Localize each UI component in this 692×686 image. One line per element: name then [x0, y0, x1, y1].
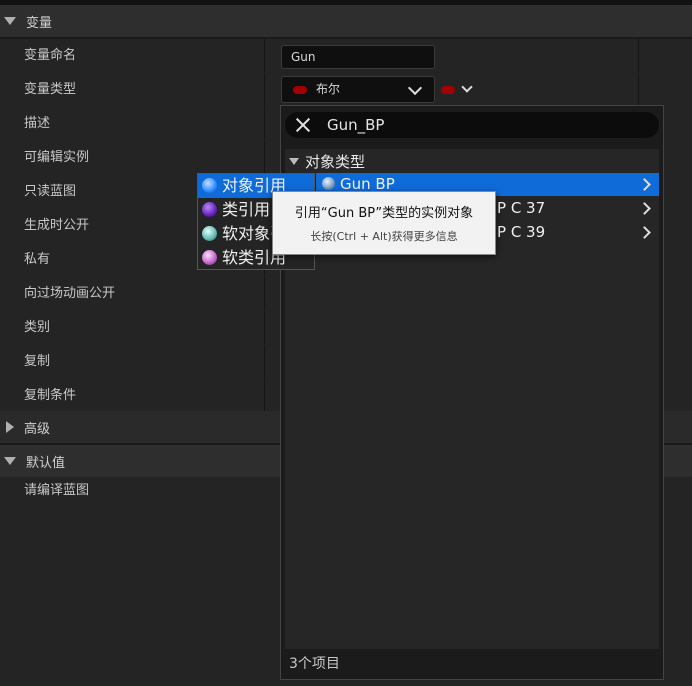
close-icon[interactable]	[295, 117, 311, 133]
column-divider	[264, 73, 265, 106]
column-divider	[638, 73, 639, 106]
category-label: 对象类型	[305, 152, 366, 171]
variable-name-input[interactable]: Gun	[281, 45, 435, 69]
tooltip: 引用“Gun BP”类型的实例对象 长按(Ctrl + Alt)获得更多信息	[272, 191, 496, 255]
column-divider	[264, 107, 265, 140]
item-label: P C 39	[497, 223, 546, 241]
search-value: Gun_BP	[327, 116, 385, 134]
soft-object-reference-icon	[202, 226, 217, 241]
column-divider	[264, 141, 265, 174]
row-label: 复制条件	[24, 388, 77, 403]
column-divider	[264, 345, 265, 378]
column-divider	[264, 379, 265, 412]
collapse-arrow-icon	[289, 157, 299, 165]
soft-class-reference-icon	[202, 250, 217, 265]
tooltip-hint: 长按(Ctrl + Alt)获得更多信息	[310, 230, 458, 243]
section-title: 变量	[26, 15, 53, 31]
row-label: 变量类型	[24, 82, 77, 97]
column-divider	[264, 277, 265, 310]
section-title: 默认值	[26, 455, 66, 471]
search-input[interactable]: Gun_BP	[285, 112, 659, 138]
tooltip-title: 引用“Gun BP”类型的实例对象	[294, 206, 474, 221]
chevron-right-icon	[638, 202, 651, 215]
column-divider	[638, 39, 639, 72]
chevron-right-icon	[638, 178, 651, 191]
category-object-types[interactable]: 对象类型	[285, 151, 365, 171]
section-header-variable[interactable]: 变量	[0, 5, 692, 37]
chevron-right-icon	[638, 226, 651, 239]
object-reference-icon	[202, 178, 217, 193]
row-label: 私有	[24, 252, 51, 267]
container-type-dropdown[interactable]	[440, 80, 478, 100]
section-title: 高级	[24, 421, 51, 437]
chevron-down-icon	[461, 81, 473, 93]
row-label: 描述	[24, 116, 51, 131]
row-label: 变量命名	[24, 48, 77, 63]
column-divider	[264, 39, 265, 72]
expand-arrow-icon[interactable]	[6, 421, 14, 433]
chevron-down-icon	[407, 80, 423, 96]
row-label: 可编辑实例	[24, 150, 90, 165]
row-label: 类别	[24, 320, 51, 335]
class-icon	[322, 177, 335, 190]
item-label: P C 37	[497, 199, 546, 217]
row-label: 生成时公开	[24, 218, 90, 233]
row-label: 只读蓝图	[24, 184, 77, 199]
single-container-icon	[441, 86, 455, 94]
class-reference-icon	[202, 202, 217, 217]
column-divider	[264, 311, 265, 344]
collapse-arrow-icon[interactable]	[4, 17, 16, 25]
item-count: 3个项目	[289, 656, 340, 672]
variable-type-dropdown[interactable]: 布尔	[281, 76, 435, 103]
row-label: 复制	[24, 354, 51, 369]
variable-type-label: 布尔	[316, 82, 341, 96]
compile-hint: 请编译蓝图	[24, 483, 90, 498]
bool-pin-icon	[293, 86, 307, 94]
collapse-arrow-icon[interactable]	[4, 457, 16, 465]
row-label: 向过场动画公开	[24, 286, 116, 301]
